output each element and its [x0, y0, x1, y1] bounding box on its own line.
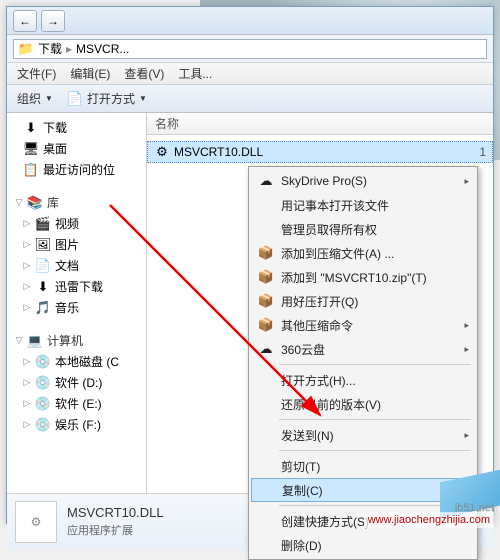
expand-icon[interactable]: ▷ — [23, 260, 31, 271]
file-index: 1 — [479, 145, 486, 159]
cloud-icon: ☁ — [257, 340, 275, 358]
ctx-delete[interactable]: 删除(D) — [251, 533, 475, 557]
breadcrumb-2[interactable]: MSVCR... — [76, 42, 129, 56]
file-name: MSVCRT10.DLL — [174, 145, 263, 159]
address-bar: 📁 下载 ▸ MSVCR... — [7, 35, 493, 63]
submenu-arrow-icon: ▸ — [464, 320, 469, 331]
ctx-otherzip[interactable]: 📦其他压缩命令▸ — [251, 313, 475, 337]
nav-tree: ⬇下载 🖥桌面 📋最近访问的位 ▽📚库 ▷🎬视频 ▷🖼图片 ▷📄文档 ▷⬇迅雷下… — [7, 113, 147, 493]
toolbar: 组织 ▼ 📄打开方式 ▼ — [7, 85, 493, 113]
context-separator — [279, 364, 471, 365]
file-row-selected[interactable]: ⚙ MSVCRT10.DLL 1 — [147, 141, 493, 163]
tree-xunlei[interactable]: ▷⬇迅雷下载 — [7, 276, 146, 297]
dll-icon: ⚙ — [154, 144, 170, 160]
ctx-sendto[interactable]: 发送到(N)▸ — [251, 423, 475, 447]
menu-file[interactable]: 文件(F) — [17, 65, 56, 82]
computer-icon: 💻 — [27, 333, 43, 349]
archive-icon: 📦 — [257, 244, 275, 262]
ctx-skydrive[interactable]: ☁SkyDrive Pro(S)▸ — [251, 169, 475, 193]
nav-back-button[interactable]: ← — [13, 10, 37, 32]
cloud-icon: ☁ — [257, 172, 275, 190]
document-icon: 📄 — [35, 258, 51, 274]
music-icon: 🎵 — [35, 300, 51, 316]
tree-disk-f[interactable]: ▷💿娱乐 (F:) — [7, 414, 146, 435]
right-arrow-icon: → — [47, 14, 59, 28]
picture-icon: 🖼 — [35, 237, 51, 253]
dropdown-icon: ▼ — [45, 94, 53, 103]
archive-icon: 📦 — [257, 268, 275, 286]
video-icon: 🎬 — [35, 216, 51, 232]
menu-view[interactable]: 查看(V) — [124, 65, 164, 82]
expand-icon[interactable]: ▽ — [15, 197, 23, 208]
tree-disk-c[interactable]: ▷💿本地磁盘 (C — [7, 351, 146, 372]
submenu-arrow-icon: ▸ — [464, 176, 469, 187]
tree-computer[interactable]: ▽💻计算机 — [7, 328, 146, 351]
left-arrow-icon: ← — [19, 14, 31, 28]
expand-icon[interactable]: ▽ — [15, 335, 23, 346]
submenu-arrow-icon: ▸ — [464, 430, 469, 441]
menu-edit[interactable]: 编辑(E) — [70, 65, 110, 82]
disk-icon: 💿 — [35, 375, 51, 391]
organize-button[interactable]: 组织 ▼ — [17, 90, 53, 107]
context-separator — [279, 450, 471, 451]
tree-downloads[interactable]: ⬇下载 — [7, 117, 146, 138]
ctx-cut[interactable]: 剪切(T) — [251, 454, 475, 478]
tree-videos[interactable]: ▷🎬视频 — [7, 213, 146, 234]
details-filename: MSVCRT10.DLL — [67, 505, 164, 520]
ctx-addzip2[interactable]: 📦添加到 "MSVCRT10.zip"(T) — [251, 265, 475, 289]
chevron-right-icon: ▸ — [66, 42, 72, 56]
dropdown-icon: ▼ — [139, 94, 147, 103]
expand-icon[interactable]: ▷ — [23, 281, 31, 292]
menu-tools[interactable]: 工具... — [178, 65, 212, 82]
ctx-notepad[interactable]: 用记事本打开该文件 — [251, 193, 475, 217]
library-icon: 📚 — [27, 195, 43, 211]
dll-large-icon: ⚙ — [15, 501, 57, 543]
download-icon: ⬇ — [35, 279, 51, 295]
breadcrumb-1[interactable]: 下载 — [38, 40, 62, 57]
tree-disk-d[interactable]: ▷💿软件 (D:) — [7, 372, 146, 393]
disk-icon: 💿 — [35, 354, 51, 370]
details-type: 应用程序扩展 — [67, 522, 164, 538]
tree-documents[interactable]: ▷📄文档 — [7, 255, 146, 276]
expand-icon[interactable]: ▷ — [23, 398, 31, 409]
tree-pictures[interactable]: ▷🖼图片 — [7, 234, 146, 255]
expand-icon[interactable]: ▷ — [23, 218, 31, 229]
nav-forward-button[interactable]: → — [41, 10, 65, 32]
submenu-arrow-icon: ▸ — [464, 344, 469, 355]
doc-icon: 📄 — [67, 91, 83, 107]
ctx-admin[interactable]: 管理员取得所有权 — [251, 217, 475, 241]
archive-icon: 📦 — [257, 292, 275, 310]
expand-icon[interactable]: ▷ — [23, 419, 31, 430]
ctx-openzip[interactable]: 📦用好压打开(Q) — [251, 289, 475, 313]
folder-icon: 📁 — [18, 41, 34, 57]
expand-icon[interactable]: ▷ — [23, 302, 31, 313]
column-header-name[interactable]: 名称 — [147, 113, 493, 135]
disk-icon: 💿 — [35, 417, 51, 433]
recent-icon: 📋 — [23, 162, 39, 178]
expand-icon[interactable]: ▷ — [23, 239, 31, 250]
address-field[interactable]: 📁 下载 ▸ MSVCR... — [13, 39, 487, 59]
download-icon: ⬇ — [23, 120, 39, 136]
ctx-360[interactable]: ☁360云盘▸ — [251, 337, 475, 361]
tree-desktop[interactable]: 🖥桌面 — [7, 138, 146, 159]
open-with-button[interactable]: 📄打开方式 ▼ — [67, 90, 147, 107]
titlebar: ← → — [7, 7, 493, 35]
ctx-addzip[interactable]: 📦添加到压缩文件(A) ... — [251, 241, 475, 265]
disk-icon: 💿 — [35, 396, 51, 412]
context-separator — [279, 419, 471, 420]
watermark-1: www.jiaochengzhijia.com — [364, 512, 494, 528]
expand-icon[interactable]: ▷ — [23, 377, 31, 388]
tree-disk-e[interactable]: ▷💿软件 (E:) — [7, 393, 146, 414]
ctx-openwith[interactable]: 打开方式(H)... — [251, 368, 475, 392]
tree-music[interactable]: ▷🎵音乐 — [7, 297, 146, 318]
archive-icon: 📦 — [257, 316, 275, 334]
ctx-restore[interactable]: 还原以前的版本(V) — [251, 392, 475, 416]
tree-recent[interactable]: 📋最近访问的位 — [7, 159, 146, 180]
menu-bar: 文件(F) 编辑(E) 查看(V) 工具... — [7, 63, 493, 85]
tree-libraries[interactable]: ▽📚库 — [7, 190, 146, 213]
desktop-icon: 🖥 — [23, 141, 39, 157]
expand-icon[interactable]: ▷ — [23, 356, 31, 367]
